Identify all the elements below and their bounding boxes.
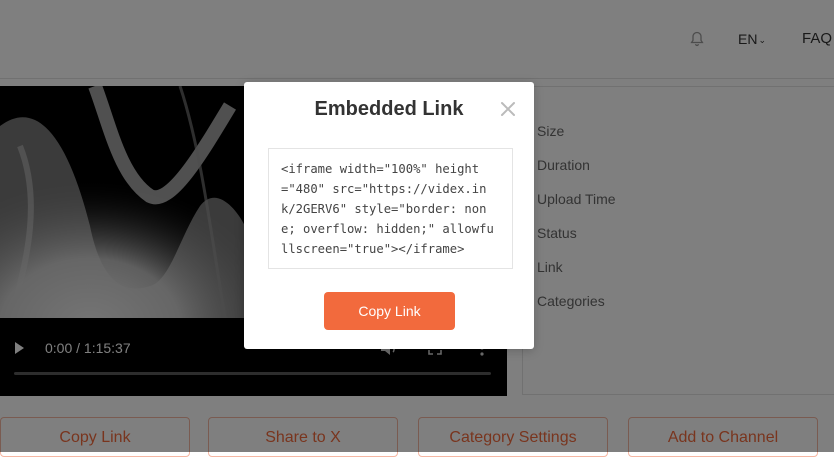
copy-link-button-modal[interactable]: Copy Link xyxy=(324,292,455,330)
embed-code-box[interactable]: <iframe width="100%" height="480" src="h… xyxy=(268,148,513,269)
embedded-link-dialog: Embedded Link <iframe width="100%" heigh… xyxy=(244,82,534,349)
close-icon[interactable] xyxy=(500,101,516,117)
dialog-title: Embedded Link xyxy=(314,98,464,120)
